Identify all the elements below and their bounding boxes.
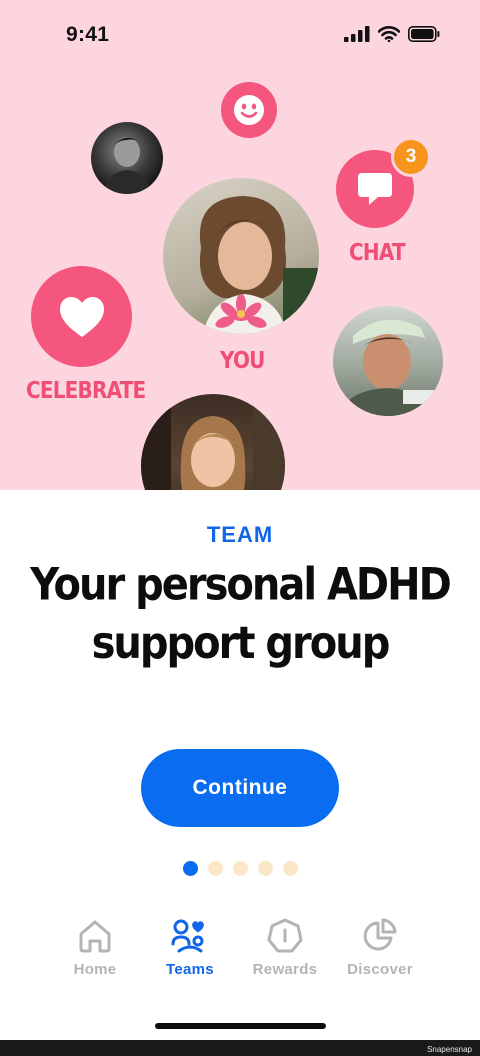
status-bar: 9:41 bbox=[0, 0, 480, 70]
person-photo bbox=[141, 394, 285, 490]
page-headline: Your personal ADHD support group bbox=[0, 556, 480, 672]
tab-discover[interactable]: Discover bbox=[330, 917, 430, 978]
tab-home-label: Home bbox=[73, 961, 117, 978]
pagination-dot-4[interactable] bbox=[258, 861, 273, 876]
hero-illustration: 9:41 3 CHAT CELEBRATE YOU bbox=[0, 0, 480, 490]
chat-unread-badge: 3 bbox=[391, 137, 431, 177]
headline-line-1: Your personal ADHD bbox=[30, 559, 452, 611]
pagination-dot-5[interactable] bbox=[283, 861, 298, 876]
headline-line-2: support group bbox=[91, 617, 391, 670]
status-time: 9:41 bbox=[66, 23, 110, 46]
pagination-dot-1[interactable] bbox=[183, 861, 198, 876]
chat-icon bbox=[358, 173, 392, 205]
bottom-tab-bar: Home Teams Rewards Discover bbox=[0, 905, 480, 1005]
status-icons bbox=[344, 26, 440, 42]
tab-rewards[interactable]: Rewards bbox=[235, 917, 335, 978]
tab-rewards-label: Rewards bbox=[252, 961, 318, 978]
section-eyebrow: TEAM bbox=[206, 522, 274, 547]
tab-home[interactable]: Home bbox=[45, 917, 145, 978]
celebrate-label: CELEBRATE bbox=[26, 376, 146, 404]
rewards-icon bbox=[267, 918, 303, 953]
home-icon bbox=[79, 920, 111, 953]
you-label: YOU bbox=[220, 346, 265, 374]
celebrate-bubble bbox=[31, 266, 132, 367]
onboarding-screen: 9:41 3 CHAT CELEBRATE YOU TEAM Your pers… bbox=[0, 0, 480, 1040]
person-photo bbox=[339, 319, 443, 416]
battery-icon bbox=[408, 26, 440, 42]
signal-icon bbox=[344, 26, 370, 42]
discover-icon bbox=[363, 918, 397, 951]
smile-bubble bbox=[221, 82, 277, 138]
continue-button[interactable]: Continue bbox=[141, 749, 339, 827]
chat-label: CHAT bbox=[349, 238, 406, 266]
person-photo bbox=[103, 137, 151, 194]
teams-icon bbox=[171, 919, 204, 953]
wifi-icon bbox=[378, 26, 400, 42]
heart-icon bbox=[59, 296, 104, 337]
tab-discover-label: Discover bbox=[347, 961, 413, 978]
avatar-member-2 bbox=[333, 306, 443, 416]
avatar-you bbox=[163, 178, 319, 334]
tab-teams-label: Teams bbox=[166, 961, 214, 978]
home-indicator[interactable] bbox=[155, 1023, 326, 1029]
pagination-dots bbox=[183, 861, 298, 876]
avatar-member-1 bbox=[91, 122, 163, 194]
tab-teams[interactable]: Teams bbox=[140, 917, 240, 978]
pagination-dot-2[interactable] bbox=[208, 861, 223, 876]
person-photo bbox=[199, 196, 319, 334]
pagination-dot-3[interactable] bbox=[233, 861, 248, 876]
avatar-member-3 bbox=[141, 394, 285, 490]
watermark-text: Snapensnap bbox=[427, 1045, 472, 1054]
smiley-icon bbox=[234, 95, 264, 125]
